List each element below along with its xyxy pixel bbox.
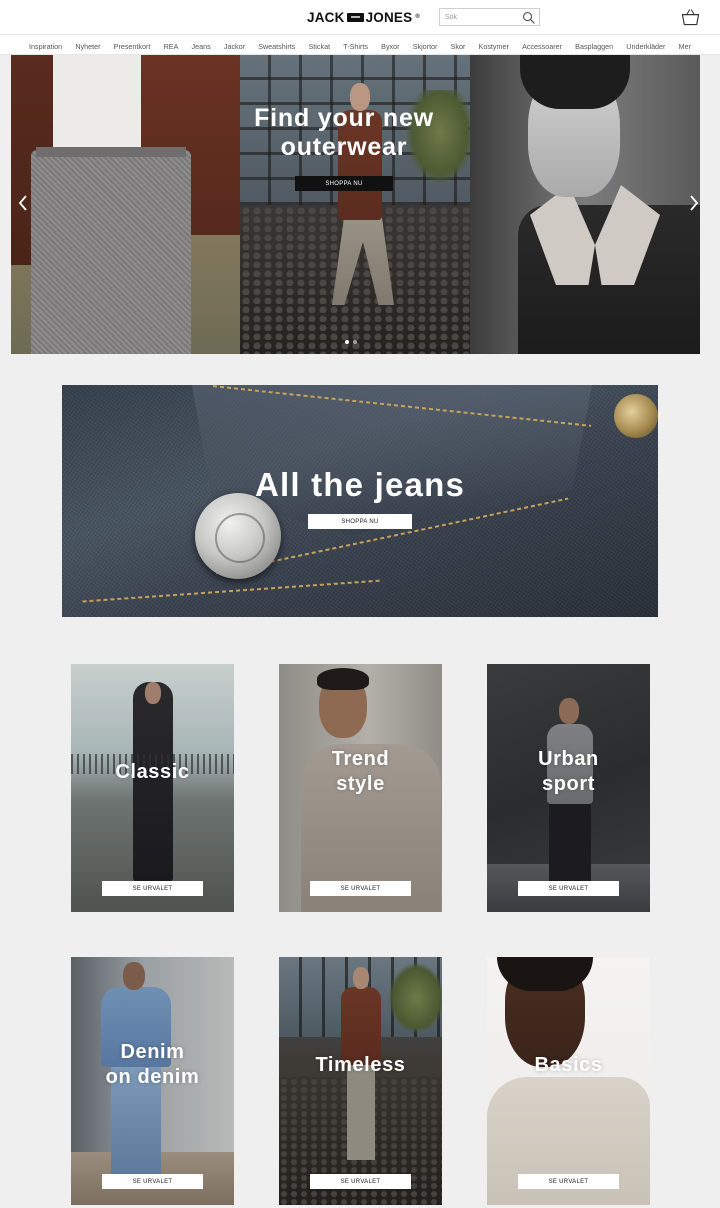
hero-carousel <box>11 55 700 354</box>
category-tile-denim-on-denim[interactable]: Denim on denim SE URVALET <box>71 957 234 1205</box>
jeans-shop-now-button[interactable]: SHOPPA NU <box>308 514 412 529</box>
nav-link[interactable]: Kostymer <box>479 42 509 51</box>
nav-item: Skjortor <box>413 36 438 54</box>
shopping-bag-icon[interactable] <box>681 8 700 26</box>
hero-title-line-2: outerwear <box>280 132 408 161</box>
nav-list: Inspiration Nyheter Presentkort REA Jeans Jac… <box>0 35 720 54</box>
nav-item: Jackor <box>224 36 245 54</box>
nav-item: Skor <box>451 36 466 54</box>
nav-item: Sweatshirts <box>258 36 295 54</box>
see-selection-button[interactable]: SE URVALET <box>518 881 619 896</box>
main-navigation: Inspiration Nyheter Presentkort REA Jeans Jac… <box>0 34 720 55</box>
see-selection-button[interactable]: SE URVALET <box>310 1174 411 1189</box>
carousel-next-arrow-icon[interactable] <box>688 194 700 212</box>
nav-item: Basplaggen <box>575 36 613 54</box>
nav-link[interactable]: Presentkort <box>114 42 151 51</box>
brand-logo[interactable]: JACK JONES ® <box>307 9 420 25</box>
nav-link[interactable]: Skjortor <box>413 42 438 51</box>
see-selection-button[interactable]: SE URVALET <box>102 1174 203 1189</box>
carousel-dots <box>345 340 357 344</box>
nav-item: Stickat <box>309 36 331 54</box>
tile-title-line-2: sport <box>542 773 595 795</box>
nav-item: Jeans <box>192 36 211 54</box>
tile-title-line-2: on denim <box>105 1066 200 1088</box>
category-tile-urban-sport[interactable]: Urban sport SE URVALET <box>487 664 650 912</box>
logo-registered-mark: ® <box>415 14 420 20</box>
nav-link[interactable]: Inspiration <box>29 42 62 51</box>
hero-image-right <box>470 55 700 354</box>
hero-title: Find your new outerwear <box>229 104 459 161</box>
hero-title-line-1: Find your new <box>254 104 434 132</box>
see-selection-button[interactable]: SE URVALET <box>310 881 411 896</box>
nav-link[interactable]: Jackor <box>224 42 245 51</box>
nav-link[interactable]: Jeans <box>192 42 211 51</box>
nav-item: Nyheter <box>75 36 100 54</box>
nav-item: Accessoarer <box>522 36 562 54</box>
hero-image-left <box>11 55 240 354</box>
nav-link[interactable]: T-Shirts <box>343 42 368 51</box>
tile-title-line-1: Trend <box>331 748 390 770</box>
tile-title-line-1: Classic <box>115 761 190 783</box>
nav-link[interactable]: Underkläder <box>626 42 665 51</box>
site-header: JACK JONES ® <box>0 0 720 34</box>
tile-title-line-1: Timeless <box>315 1054 406 1076</box>
category-tile-timeless[interactable]: Timeless SE URVALET <box>279 957 442 1205</box>
nav-item: Inspiration <box>29 36 62 54</box>
nav-item: Kostymer <box>479 36 509 54</box>
nav-item: Byxor <box>381 36 399 54</box>
tile-title-line-1: Urban <box>538 748 599 770</box>
nav-item: Mer <box>679 36 691 54</box>
nav-item: Presentkort <box>114 36 151 54</box>
search-box <box>439 8 540 26</box>
jeans-banner-title: All the jeans <box>255 466 465 503</box>
logo-mark-icon <box>346 12 364 22</box>
nav-link[interactable]: Byxor <box>381 42 399 51</box>
jeans-button-image <box>195 493 281 579</box>
see-selection-button[interactable]: SE URVALET <box>518 1174 619 1189</box>
nav-link[interactable]: Accessoarer <box>522 42 562 51</box>
nav-link[interactable]: Nyheter <box>75 42 100 51</box>
nav-item: REA <box>164 36 179 54</box>
search-input[interactable] <box>440 9 518 25</box>
carousel-prev-arrow-icon[interactable] <box>17 194 29 212</box>
nav-link[interactable]: Mer <box>679 42 691 51</box>
category-tile-trend-style[interactable]: Trend style SE URVALET <box>279 664 442 912</box>
category-tile-classic[interactable]: Classic SE URVALET <box>71 664 234 912</box>
nav-link[interactable]: Stickat <box>309 42 331 51</box>
tile-title-line-1: Basics <box>534 1054 603 1076</box>
hero-image-center <box>240 55 475 354</box>
tile-title-line-1: Denim <box>120 1041 185 1063</box>
category-tile-basics[interactable]: Basics SE URVALET <box>487 957 650 1205</box>
nav-item: T-Shirts <box>343 36 368 54</box>
carousel-dot[interactable] <box>353 340 357 344</box>
rivet-image <box>614 394 658 438</box>
see-selection-button[interactable]: SE URVALET <box>102 881 203 896</box>
nav-item: Underkläder <box>626 36 665 54</box>
nav-link[interactable]: Sweatshirts <box>258 42 295 51</box>
nav-link[interactable]: Basplaggen <box>575 42 613 51</box>
search-icon[interactable] <box>522 11 535 24</box>
tile-title-line-2: style <box>336 773 385 795</box>
logo-text-left: JACK <box>307 9 345 25</box>
nav-link[interactable]: Skor <box>451 42 466 51</box>
hero-shop-now-button[interactable]: SHOPPA NU <box>295 176 393 191</box>
logo-text-right: JONES <box>365 9 413 25</box>
nav-link[interactable]: REA <box>164 42 179 51</box>
carousel-dot[interactable] <box>345 340 349 344</box>
